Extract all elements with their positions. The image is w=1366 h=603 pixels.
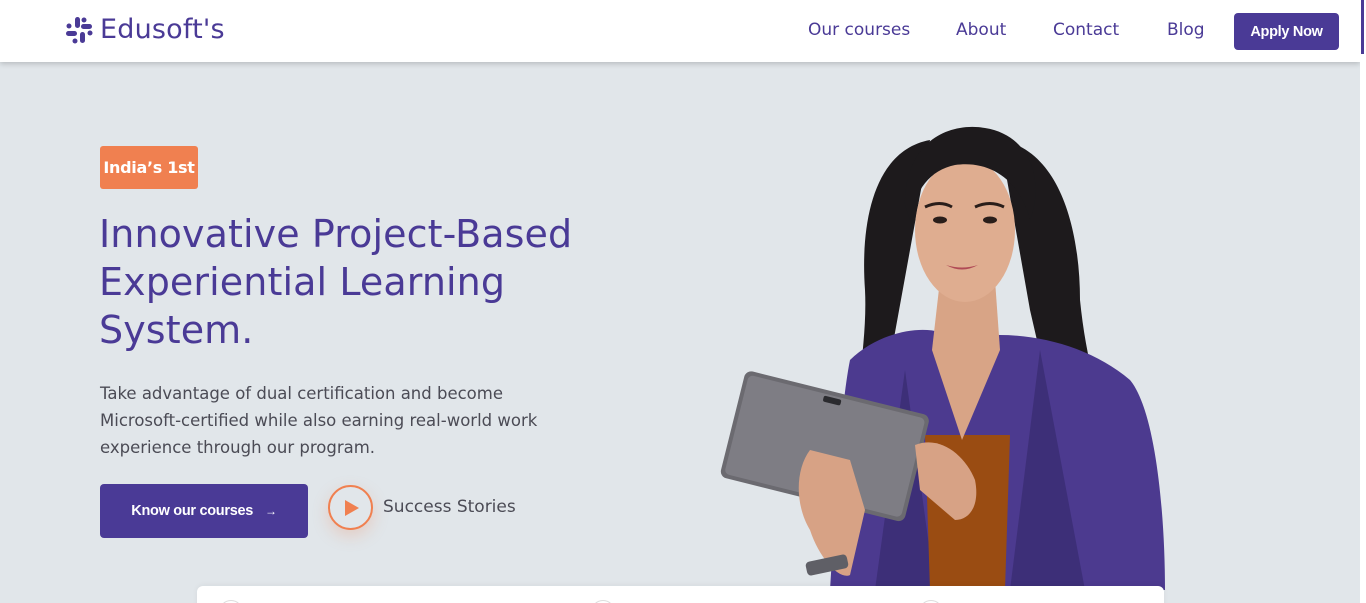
headline-line: Experiential Learning [99,260,506,304]
brand-logo[interactable]: Edusoft's [64,14,225,45]
hero-description: Take advantage of dual certification and… [100,380,570,461]
description-line: experience through our program. [100,438,376,457]
nav-link-contact[interactable]: Contact [1053,20,1119,40]
nav-link-about[interactable]: About [956,20,1006,40]
headline-line: Innovative Project-Based [99,212,573,256]
description-line: Take advantage of dual certification and… [100,384,504,403]
success-stories-play-button[interactable] [328,485,373,530]
arrow-right-icon: → [265,504,277,518]
feature-card [197,586,1164,603]
scrollbar-thumb[interactable] [1361,0,1364,54]
brand-name: Edusoft's [100,14,225,45]
hero-headline: Innovative Project-Based Experiential Le… [99,210,639,354]
headline-line: System. [99,308,254,352]
know-our-courses-button[interactable]: Know our courses → [100,484,308,538]
top-navbar: Edusoft's Our courses About Contact Blog… [0,0,1360,62]
apply-now-button[interactable]: Apply Now [1234,13,1339,50]
cta-label: Know our courses [131,503,253,519]
play-icon [344,499,359,516]
scrollbar-track[interactable] [1360,0,1366,603]
nav-link-our-courses[interactable]: Our courses [808,20,910,40]
nav-link-blog[interactable]: Blog [1167,20,1205,40]
description-line: Microsoft-certified while also earning r… [100,411,538,430]
success-stories-label[interactable]: Success Stories [383,497,516,517]
hero-badge: India’s 1st [100,146,198,189]
hero-woman-with-tablet-image [720,126,1165,590]
logo-icon [66,16,93,43]
